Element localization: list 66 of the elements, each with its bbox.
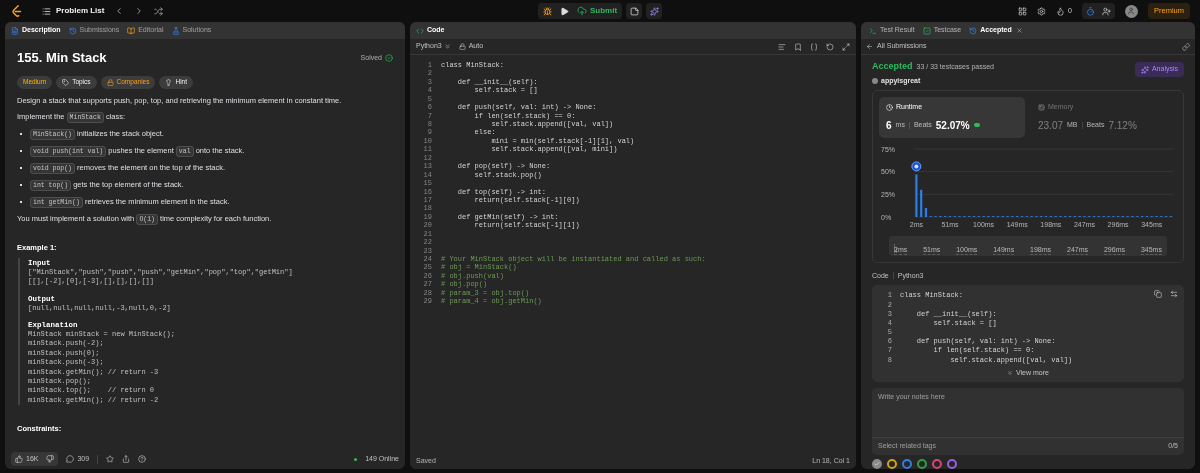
code-icon (416, 26, 424, 35)
expand-icon[interactable] (842, 42, 850, 51)
sparkle-icon (1140, 65, 1149, 74)
color-swatch[interactable] (917, 459, 927, 469)
thumbs-down-icon[interactable] (46, 455, 55, 463)
color-swatch[interactable] (947, 459, 957, 469)
lock-icon (106, 78, 114, 86)
help-icon[interactable] (138, 455, 147, 463)
sparkle-icon[interactable] (649, 6, 659, 16)
star-icon[interactable] (106, 455, 115, 463)
chevrons-down-icon (1007, 369, 1013, 376)
beats-value: 52.07% (935, 118, 970, 133)
share-icon[interactable] (122, 455, 131, 463)
play-icon[interactable] (559, 6, 569, 16)
metric-value: 6 (886, 118, 892, 133)
check-icon (874, 461, 880, 467)
book-icon (127, 26, 136, 35)
thumbs-up-icon (15, 455, 23, 463)
metric-value: 23.07 (1038, 118, 1064, 133)
flask-icon (171, 26, 180, 35)
problem-list-button[interactable]: Problem List (42, 5, 105, 17)
beats-value: 7.12% (1108, 118, 1137, 133)
clock-icon (886, 103, 893, 111)
avatar-marker-icon (911, 160, 922, 171)
chip-icon (1038, 103, 1045, 111)
grid-icon[interactable] (1018, 6, 1028, 16)
flame-icon[interactable] (1056, 6, 1066, 16)
terminal-icon (869, 26, 877, 35)
format-icon[interactable] (778, 42, 786, 51)
accepted-status: Accepted (872, 60, 913, 73)
add-user-icon[interactable] (1102, 6, 1111, 16)
color-swatch[interactable] (887, 459, 897, 469)
braces-icon[interactable] (810, 42, 818, 51)
color-swatch[interactable] (872, 459, 882, 469)
histogram-bar (915, 173, 918, 217)
color-swatch[interactable] (932, 459, 942, 469)
lock-icon (458, 43, 466, 50)
timer-icon[interactable] (1086, 6, 1095, 16)
bookmark-icon[interactable] (794, 42, 802, 51)
link-icon[interactable] (1182, 42, 1190, 51)
close-icon[interactable] (1015, 27, 1023, 34)
copy-icon[interactable] (1154, 290, 1162, 298)
logo-icon[interactable] (10, 4, 24, 18)
arrow-left-icon (866, 43, 873, 50)
avatar-icon (872, 77, 878, 84)
avatar-icon[interactable] (1125, 4, 1138, 18)
comment-icon (66, 455, 75, 463)
list-icon (42, 6, 51, 16)
lightbulb-icon (165, 78, 173, 86)
color-swatch[interactable] (902, 459, 912, 469)
settings-icon[interactable] (1037, 6, 1047, 16)
swap-icon[interactable] (1170, 290, 1178, 298)
bug-icon[interactable] (542, 6, 552, 16)
note-icon[interactable] (629, 6, 639, 16)
history-icon (68, 26, 77, 35)
chevron-down-icon (443, 43, 451, 50)
reset-icon[interactable] (826, 42, 834, 51)
check-circle-icon (385, 53, 393, 62)
checkbox-icon (922, 26, 931, 35)
document-icon (11, 26, 19, 35)
shuffle-icon[interactable] (154, 6, 164, 16)
tag-icon (62, 78, 70, 86)
problem-title: 155. Min Stack (17, 49, 107, 67)
cloud-upload-icon (576, 6, 587, 16)
badge-icon (973, 123, 980, 127)
history-icon (969, 26, 978, 35)
